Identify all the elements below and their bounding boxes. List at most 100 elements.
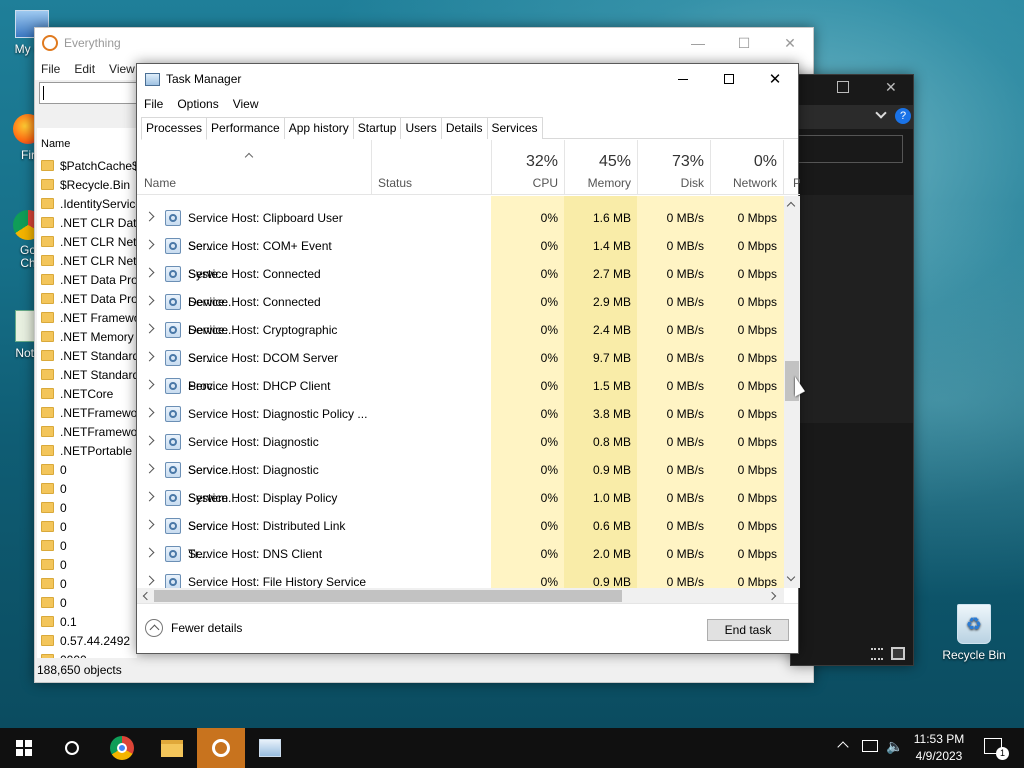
process-row[interactable]: Service Host: DCOM Server Proc... 0% 9.7 M… [137, 344, 784, 393]
everything-file-row[interactable]: 0.57.44.2492 [37, 631, 137, 650]
volume-icon[interactable]: 🔈 [886, 738, 903, 755]
everything-file-row[interactable]: .NET CLR Netw [37, 232, 137, 251]
start-button[interactable] [0, 728, 48, 768]
menu-options[interactable]: Options [177, 97, 218, 111]
everything-file-row[interactable]: .NET CLR Data [37, 213, 137, 232]
tab-services[interactable]: Services [486, 117, 543, 139]
everything-file-row[interactable]: .NETFramewo [37, 422, 137, 441]
everything-titlebar[interactable]: Everything — ☐ ✕ [35, 28, 813, 58]
tab-users[interactable]: Users [400, 117, 442, 139]
process-row[interactable]: Service Host: Diagnostic System... 0% 0.9 … [137, 456, 784, 505]
taskbar-app-file-explorer[interactable] [148, 728, 196, 768]
everything-file-row[interactable]: .NETFramewo [37, 403, 137, 422]
process-row[interactable]: Service Host: Diagnostic Policy ... 0% 3.8… [137, 400, 784, 428]
scroll-down-arrow[interactable] [786, 572, 796, 582]
expand-chevron-icon[interactable] [144, 211, 155, 222]
process-row[interactable]: Service Host: DHCP Client 0% 1.5 MB 0 MB/s 0… [137, 372, 784, 400]
column-cpu[interactable]: 32% CPU [491, 140, 564, 194]
everything-file-row[interactable]: 0000 [37, 650, 137, 658]
notification-center-button[interactable]: 1 [984, 738, 1009, 760]
everything-file-row[interactable]: .NET CLR Netw [37, 251, 137, 270]
column-name[interactable]: Name [137, 140, 371, 194]
column-disk[interactable]: 73% Disk [637, 140, 710, 194]
everything-file-row[interactable]: 0 [37, 460, 137, 479]
everything-file-row[interactable]: .NETCore [37, 384, 137, 403]
expand-chevron-icon[interactable] [144, 379, 155, 390]
file-explorer-window[interactable]: ✕ ? [790, 74, 914, 666]
clock[interactable]: 11:53 PM 4/9/2023 [906, 731, 972, 765]
expand-chevron-icon[interactable] [144, 463, 155, 474]
expand-chevron-icon[interactable] [144, 239, 155, 250]
tab-app-history[interactable]: App history [283, 117, 354, 139]
everything-file-row[interactable]: .NET Memory [37, 327, 137, 346]
taskbar-app-everything[interactable] [197, 728, 245, 768]
process-row[interactable]: Service Host: Connected Device... 0% 2.9 M… [137, 288, 784, 337]
taskbar-app-chrome[interactable] [98, 728, 146, 768]
explorer-close-button[interactable]: ✕ [885, 79, 897, 96]
everything-column-name[interactable]: Name [37, 128, 137, 156]
everything-file-row[interactable]: 0.1 [37, 612, 137, 631]
process-row[interactable]: Service Host: Clipboard User Ser... 0% 1.6… [137, 204, 784, 253]
scroll-left-arrow[interactable] [142, 591, 152, 601]
menu-view[interactable]: View [233, 97, 259, 111]
everything-minimize-button[interactable]: — [675, 28, 721, 58]
show-hidden-icons-button[interactable] [837, 741, 849, 753]
everything-file-row[interactable]: .IdentityService [37, 194, 137, 213]
everything-file-row[interactable]: $PatchCache$ [37, 156, 137, 175]
expand-chevron-icon[interactable] [144, 295, 155, 306]
everything-maximize-button[interactable]: ☐ [721, 28, 767, 58]
process-row[interactable]: Service Host: DNS Client 0% 2.0 MB 0 MB/s 0 … [137, 540, 784, 568]
close-button[interactable]: ✕ [752, 64, 798, 94]
everything-file-row[interactable]: .NET Standard [37, 346, 137, 365]
everything-file-row[interactable]: .NETPortable [37, 441, 137, 460]
process-row[interactable]: Service Host: File History Service 0% 0.9 … [137, 568, 784, 588]
everything-file-row[interactable]: $Recycle.Bin [37, 175, 137, 194]
process-row[interactable]: Service Host: COM+ Event Syste... 0% 1.4 M… [137, 232, 784, 281]
taskbar-app-task-manager[interactable] [246, 728, 294, 768]
explorer-search-box[interactable] [791, 135, 903, 163]
everything-file-row[interactable]: 0 [37, 479, 137, 498]
minimize-button[interactable] [660, 64, 706, 94]
expand-chevron-icon[interactable] [144, 519, 155, 530]
expand-chevron-icon[interactable] [144, 267, 155, 278]
desktop-icon-recycle-bin[interactable]: ♻ Recycle Bin [934, 604, 1014, 662]
everything-file-row[interactable]: 0 [37, 593, 137, 612]
scroll-right-arrow[interactable] [767, 591, 777, 601]
maximize-button[interactable] [706, 64, 752, 94]
expand-chevron-icon[interactable] [144, 547, 155, 558]
tab-details[interactable]: Details [440, 117, 488, 139]
network-icon[interactable] [862, 740, 878, 752]
everything-file-row[interactable]: 0 [37, 555, 137, 574]
expand-chevron-icon[interactable] [144, 491, 155, 502]
everything-file-row[interactable]: .NET Data Prov [37, 289, 137, 308]
everything-file-row[interactable]: 0 [37, 574, 137, 593]
menu-edit[interactable]: Edit [74, 62, 95, 76]
help-icon[interactable]: ? [895, 108, 911, 124]
column-status[interactable]: Status [371, 140, 491, 194]
column-power[interactable]: P [783, 140, 800, 194]
task-manager-titlebar[interactable]: Task Manager ✕ [137, 64, 798, 94]
fewer-details-button[interactable]: Fewer details [145, 619, 242, 637]
horizontal-scrollbar[interactable] [137, 588, 784, 604]
column-network[interactable]: 0% Network [710, 140, 783, 194]
expand-chevron-icon[interactable] [144, 351, 155, 362]
everything-file-row[interactable]: .NET Framewo [37, 308, 137, 327]
process-list[interactable]: Service Host: Clipboard User Ser... 0% 1.6… [137, 196, 784, 588]
tab-processes[interactable]: Processes [141, 117, 208, 140]
everything-file-row[interactable]: 0 [37, 517, 137, 536]
expand-chevron-icon[interactable] [144, 323, 155, 334]
process-row[interactable]: Service Host: Cryptographic Ser... 0% 2.4 … [137, 316, 784, 365]
everything-file-row[interactable]: 0 [37, 498, 137, 517]
tab-performance[interactable]: Performance [206, 117, 285, 139]
search-button[interactable] [48, 728, 96, 768]
column-memory[interactable]: 45% Memory [564, 140, 637, 194]
process-row[interactable]: Service Host: Distributed Link Tr... 0% 0.… [137, 512, 784, 561]
everything-file-row[interactable]: 0 [37, 536, 137, 555]
process-row[interactable]: Service Host: Connected Device... 0% 2.7 M… [137, 260, 784, 309]
scroll-up-arrow[interactable] [786, 201, 796, 211]
everything-close-button[interactable]: ✕ [767, 28, 813, 58]
horizontal-scroll-thumb[interactable] [154, 590, 622, 602]
everything-results-list[interactable]: Name $PatchCache$ $Recycle.Bin .IdentitySe… [37, 128, 137, 658]
expand-chevron-icon[interactable] [144, 407, 155, 418]
expand-chevron-icon[interactable] [144, 575, 155, 586]
